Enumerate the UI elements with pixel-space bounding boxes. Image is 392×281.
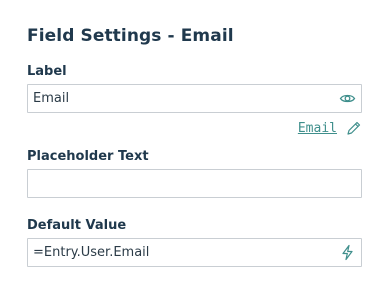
label-field-label: Label xyxy=(27,64,67,79)
default-value-input[interactable]: =Entry.User.Email xyxy=(27,238,362,267)
eye-icon[interactable] xyxy=(339,90,356,107)
email-link-row: Email xyxy=(27,120,362,138)
placeholder-field-label: Placeholder Text xyxy=(27,149,149,164)
label-input-value: Email xyxy=(33,91,70,106)
email-link[interactable]: Email xyxy=(298,121,337,136)
label-input[interactable]: Email xyxy=(27,84,362,113)
lightning-icon[interactable] xyxy=(339,244,356,261)
panel-title: Field Settings - Email xyxy=(27,26,234,46)
default-value-field-label: Default Value xyxy=(27,218,127,233)
field-settings-panel: Field Settings - Email Label Email Email… xyxy=(27,0,362,281)
default-value-input-value: =Entry.User.Email xyxy=(33,245,150,260)
pencil-icon[interactable] xyxy=(345,120,362,137)
placeholder-input[interactable] xyxy=(27,169,362,198)
